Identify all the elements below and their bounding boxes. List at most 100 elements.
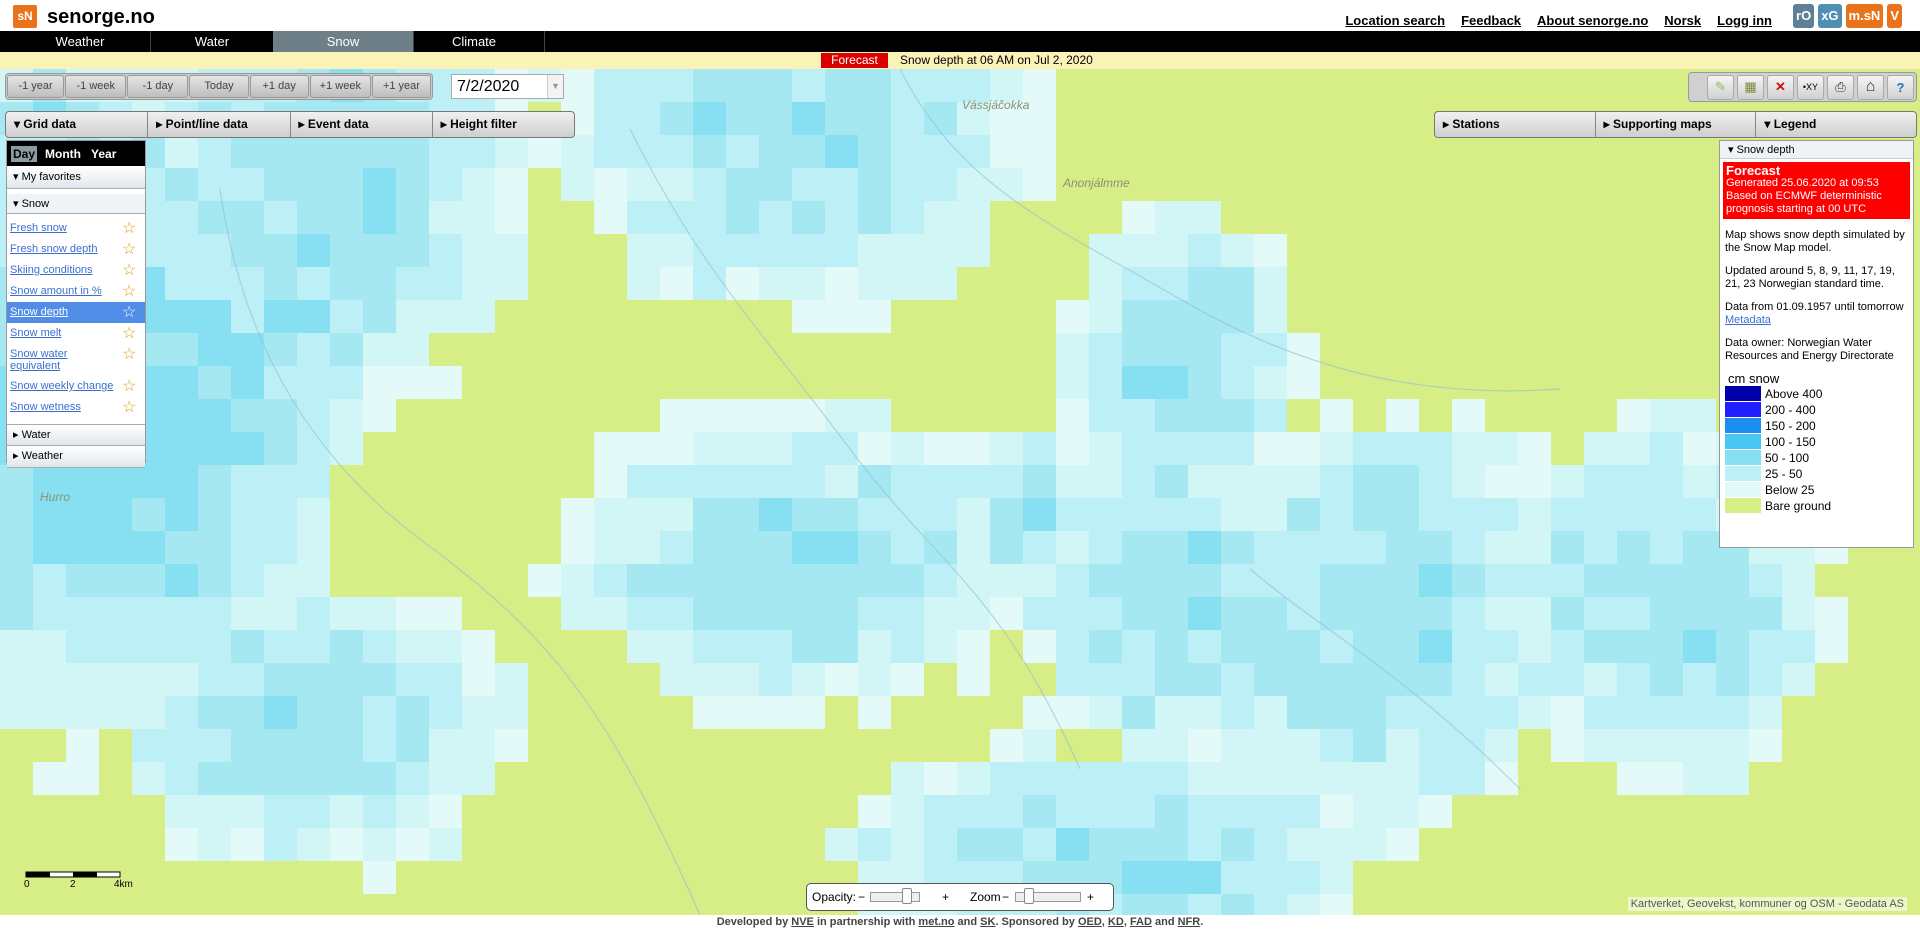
grid-layers-icon[interactable]: ▦ bbox=[1737, 74, 1764, 100]
feedback-link[interactable]: Feedback bbox=[1461, 13, 1521, 28]
minus-week-button[interactable]: -1 week bbox=[65, 75, 127, 98]
plus-week-button[interactable]: +1 week bbox=[309, 75, 371, 98]
snow-item-snow-amount-percent[interactable]: Snow amount in % ☆ bbox=[7, 281, 145, 302]
opacity-minus-icon[interactable]: − bbox=[858, 884, 865, 910]
legend-class-row: 100 - 150 bbox=[1725, 434, 1913, 450]
favorite-star-icon[interactable]: ☆ bbox=[122, 263, 138, 279]
today-button[interactable]: Today bbox=[189, 75, 249, 98]
zoom-minus-icon[interactable]: − bbox=[1002, 884, 1009, 910]
site-title[interactable]: senorge.no bbox=[47, 5, 155, 29]
xg-logo-icon[interactable]: xG bbox=[1818, 4, 1842, 28]
oed-link[interactable]: OED bbox=[1078, 916, 1102, 928]
calendar-dropdown-icon[interactable]: ▼ bbox=[547, 75, 563, 98]
scale-label-4km: 4km bbox=[114, 879, 133, 890]
opacity-slider-handle[interactable] bbox=[902, 888, 912, 904]
favorite-star-icon[interactable]: ☆ bbox=[122, 284, 138, 300]
xy-coordinate-icon[interactable]: •XY bbox=[1797, 74, 1824, 100]
nve-link[interactable]: NVE bbox=[791, 916, 814, 928]
water-section[interactable]: ▸ Water bbox=[7, 424, 145, 446]
weather-section[interactable]: ▸ Weather bbox=[7, 446, 145, 468]
favorite-star-icon[interactable]: ☆ bbox=[122, 326, 138, 342]
snow-item-snow-depth[interactable]: Snow depth ☆ bbox=[7, 302, 145, 323]
opacity-slider[interactable] bbox=[870, 888, 920, 904]
login-link[interactable]: Logg inn bbox=[1717, 13, 1772, 28]
minus-day-button[interactable]: -1 day bbox=[127, 75, 189, 98]
favorite-star-icon[interactable]: ☆ bbox=[122, 221, 138, 237]
opacity-plus-icon[interactable]: + bbox=[942, 884, 949, 910]
nfr-link[interactable]: NFR bbox=[1178, 916, 1201, 928]
snow-item-snow-water-equivalent[interactable]: Snow water equivalent ☆ bbox=[7, 344, 145, 376]
tab-snow[interactable]: Snow bbox=[273, 31, 414, 52]
zoom-slider-handle[interactable] bbox=[1024, 888, 1034, 904]
date-picker-input[interactable]: 7/2/2020 ▼ bbox=[451, 74, 564, 99]
snow-depth-raster[interactable] bbox=[0, 69, 1920, 915]
plus-year-button[interactable]: +1 year bbox=[371, 75, 432, 98]
period-year[interactable]: Year bbox=[89, 146, 118, 162]
supporting-maps-panel[interactable]: ▸ Supporting maps bbox=[1595, 112, 1757, 137]
forecast-info-box: Forecast Generated 25.06.2020 at 09:53 B… bbox=[1723, 162, 1910, 219]
date-navigation: -1 year -1 week -1 day Today +1 day +1 w… bbox=[5, 73, 433, 100]
plus-day-button[interactable]: +1 day bbox=[249, 75, 309, 98]
legend-panel[interactable]: ▾ Legend bbox=[1756, 112, 1917, 137]
place-label: Anonjálmme bbox=[1063, 176, 1130, 190]
grid-data-panel[interactable]: ▾ Grid data bbox=[6, 112, 149, 137]
pencil-icon[interactable]: ✎ bbox=[1707, 74, 1734, 100]
home-icon[interactable]: ⌂ bbox=[1857, 74, 1884, 100]
favorite-star-icon[interactable]: ☆ bbox=[122, 242, 138, 258]
snow-item-skiing-conditions[interactable]: Skiing conditions ☆ bbox=[7, 260, 145, 281]
ro-logo-icon[interactable]: rO bbox=[1793, 4, 1815, 28]
kd-link[interactable]: KD bbox=[1108, 916, 1124, 928]
about-link[interactable]: About senorge.no bbox=[1537, 13, 1648, 28]
legend-swatch bbox=[1725, 482, 1761, 498]
favorite-star-icon[interactable]: ☆ bbox=[122, 400, 138, 416]
partner-logos: rO xG m.sN V bbox=[1793, 4, 1902, 28]
print-icon[interactable]: ⎙ bbox=[1827, 74, 1854, 100]
legend-box: ▾ Snow depth Forecast Generated 25.06.20… bbox=[1719, 140, 1914, 548]
clear-x-icon[interactable]: ✕ bbox=[1767, 74, 1794, 100]
height-filter-panel[interactable]: ▸ Height filter bbox=[432, 112, 574, 137]
senorge-logo-icon[interactable]: sN bbox=[13, 5, 37, 28]
point-line-data-panel[interactable]: ▸ Point/line data bbox=[148, 112, 291, 137]
metadata-link[interactable]: Metadata bbox=[1725, 314, 1771, 326]
favorite-star-icon[interactable]: ☆ bbox=[122, 379, 138, 395]
legend-header[interactable]: ▾ Snow depth bbox=[1720, 141, 1913, 159]
snow-item-snow-melt[interactable]: Snow melt ☆ bbox=[7, 323, 145, 344]
snow-item-label: Snow water equivalent bbox=[10, 348, 68, 372]
period-day[interactable]: Day bbox=[11, 145, 38, 162]
snow-item-snow-wetness[interactable]: Snow wetness ☆ bbox=[7, 397, 145, 418]
zoom-label: Zoom bbox=[970, 890, 1001, 904]
met-link[interactable]: met.no bbox=[918, 916, 954, 928]
msn-logo-icon[interactable]: m.sN bbox=[1845, 4, 1884, 28]
varsom-logo-icon[interactable]: V bbox=[1887, 4, 1902, 28]
stations-panel[interactable]: ▸ Stations bbox=[1435, 112, 1596, 137]
tab-weather[interactable]: Weather bbox=[10, 31, 151, 52]
legend-label: Legend bbox=[1773, 117, 1817, 131]
legend-class-label: Bare ground bbox=[1765, 499, 1832, 513]
footer: Developed by NVE in partnership with met… bbox=[0, 915, 1920, 929]
favorite-star-icon[interactable]: ☆ bbox=[122, 347, 138, 363]
snow-item-snow-weekly-change[interactable]: Snow weekly change ☆ bbox=[7, 376, 145, 397]
snow-item-fresh-snow[interactable]: Fresh snow ☆ bbox=[7, 218, 145, 239]
period-selector: Day Month Year bbox=[7, 141, 145, 166]
tab-water[interactable]: Water bbox=[142, 31, 283, 52]
map-canvas[interactable]: Vássjáčokka Anonjálmme Hurro bbox=[0, 69, 1920, 915]
tab-climate[interactable]: Climate bbox=[404, 31, 545, 52]
legend-class-row: 50 - 100 bbox=[1725, 450, 1913, 466]
favorites-section[interactable]: ▾ My favorites bbox=[7, 167, 145, 189]
snow-section[interactable]: ▾ Snow bbox=[7, 194, 145, 214]
favorite-star-icon[interactable]: ☆ bbox=[122, 305, 138, 321]
event-data-panel[interactable]: ▸ Event data bbox=[290, 112, 433, 137]
minus-year-button[interactable]: -1 year bbox=[7, 75, 65, 98]
fad-link[interactable]: FAD bbox=[1130, 916, 1152, 928]
location-search-link[interactable]: Location search bbox=[1345, 13, 1445, 28]
forecast-title: Forecast bbox=[1726, 163, 1781, 178]
help-icon[interactable]: ? bbox=[1887, 74, 1914, 100]
zoom-plus-icon[interactable]: + bbox=[1087, 884, 1094, 910]
footer-text: . Sponsored by bbox=[995, 916, 1078, 928]
zoom-slider[interactable] bbox=[1015, 888, 1081, 904]
sk-link[interactable]: SK bbox=[980, 916, 995, 928]
snow-item-fresh-snow-depth[interactable]: Fresh snow depth ☆ bbox=[7, 239, 145, 260]
language-link[interactable]: Norsk bbox=[1664, 13, 1701, 28]
legend-class-row: Above 400 bbox=[1725, 386, 1913, 402]
period-month[interactable]: Month bbox=[43, 146, 83, 162]
